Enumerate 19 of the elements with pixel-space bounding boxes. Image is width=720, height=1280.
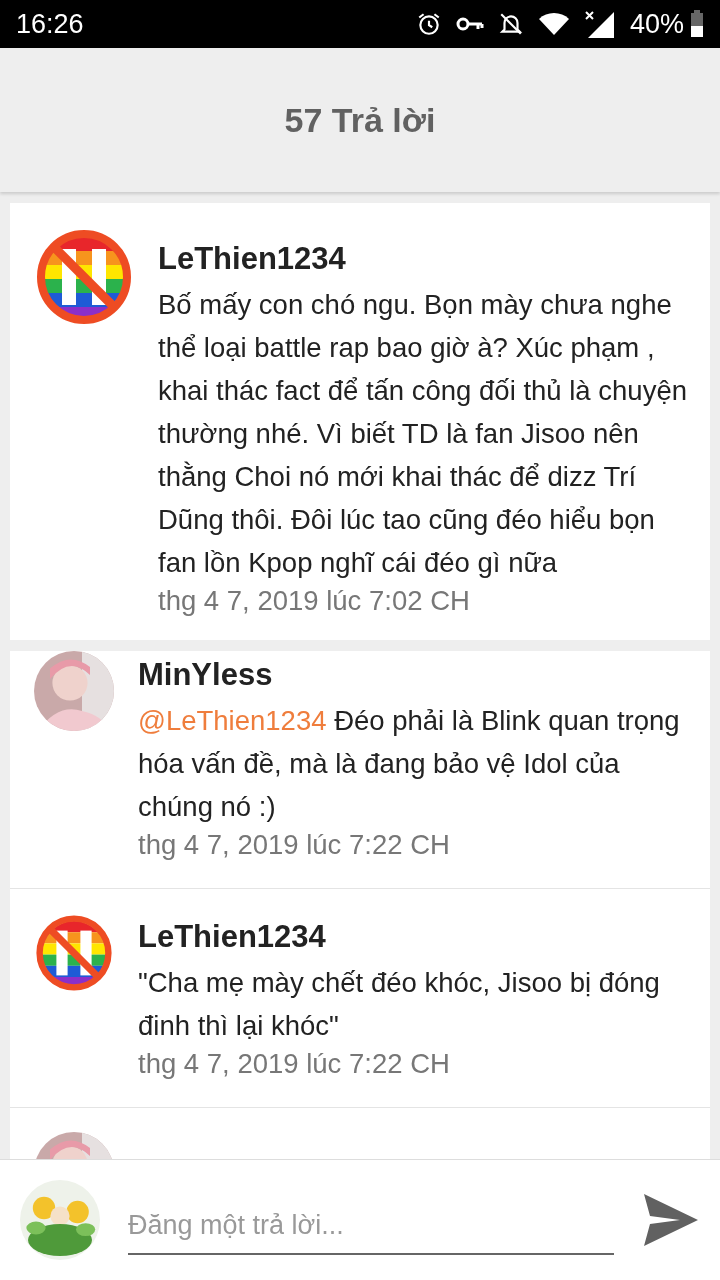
battery-percent: 40% [629,8,684,40]
muted-bell-icon [497,11,524,37]
page-title: 57 Trả lời [284,100,436,140]
clock-time: 16:26 [16,8,84,40]
cell-signal-icon [583,10,616,38]
wifi-icon [537,11,570,37]
post-text: Bố mấy con chó ngu. Bọn mày chưa nghe thể loại battle rap bao giờ à? Xúc phạm , khai thác fact để tấn công đối thủ là chuyện thường nhé. Vì biết TD là fan Jisoo nên thằng Choi nó mới khai thác để dizz Trí Dũng thôi. Đôi lúc tao cũng đéo hiểu bọn fan lồn Kpop nghĩ cái đéo gì nữa [158,288,688,580]
author-name[interactable]: LeThien1234 [158,239,690,279]
send-icon[interactable] [642,1192,700,1248]
no-sign-icon [34,227,134,327]
author-name[interactable]: MinYless [138,655,690,695]
reply-text: "Cha mẹ mày chết đéo khóc, Jisoo bị đóng đinh thì lại khóc" [138,966,661,1043]
battery-icon [690,10,704,38]
reply-date: thg 4 7, 2019 lúc 7:22 CH [138,1047,451,1081]
author-name[interactable]: LeThien1234 [138,917,690,957]
reply-date: thg 4 7, 2019 lúc 7:22 CH [138,828,451,862]
reply-text: @LeThien1234 Đéo phải là Blink quan trọng hóa vấn đề, mà là đang bảo vệ Idol của chúng nó :) [138,704,681,824]
no-sign-icon [34,913,114,993]
post-date: thg 4 7, 2019 lúc 7:02 CH [158,584,471,618]
